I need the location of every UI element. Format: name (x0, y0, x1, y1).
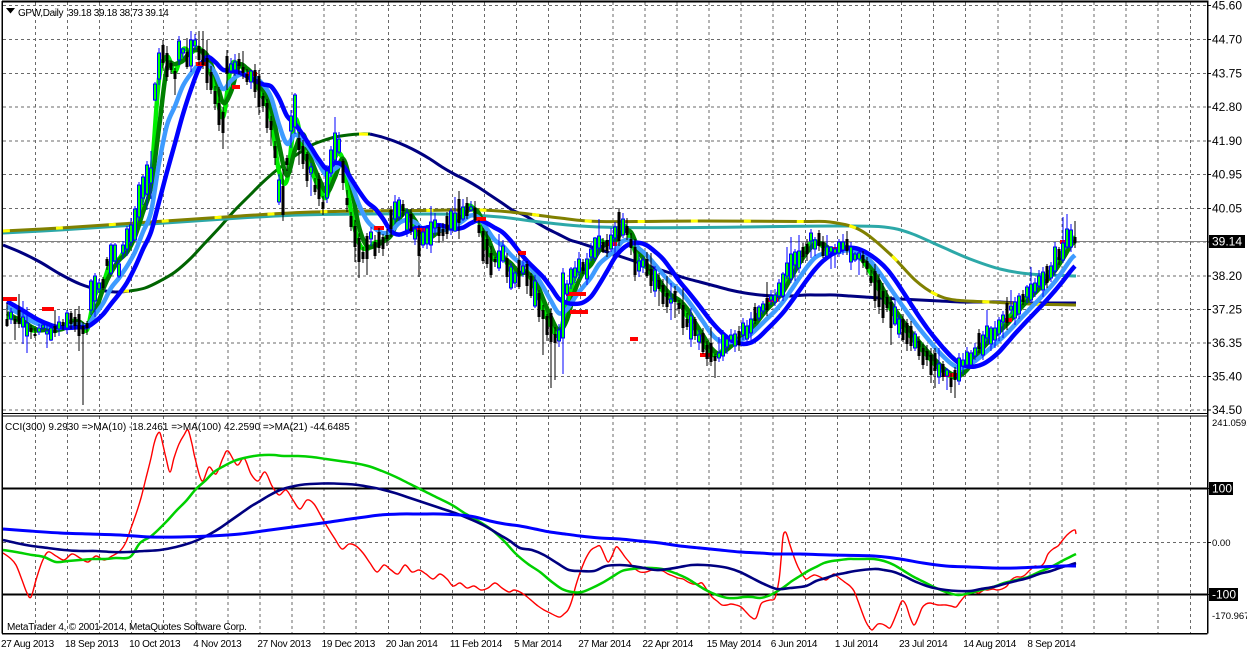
svg-text:45.60: 45.60 (1212, 0, 1242, 13)
svg-text:40.95: 40.95 (1212, 168, 1242, 182)
svg-text:CCI(300) 9.2930 =>MA(10) -18.: CCI(300) 9.2930 =>MA(10) -18.2461 =>MA(1… (5, 422, 350, 433)
svg-text:23 Jul 2014: 23 Jul 2014 (899, 639, 948, 650)
svg-text:20 Jan 2014: 20 Jan 2014 (386, 639, 438, 650)
svg-text:0.00: 0.00 (1212, 538, 1231, 549)
svg-text:14 Aug 2014: 14 Aug 2014 (963, 639, 1017, 650)
svg-text:41.90: 41.90 (1212, 134, 1242, 148)
svg-text:27 Aug 2013: 27 Aug 2013 (1, 639, 55, 650)
svg-text:4 Nov 2013: 4 Nov 2013 (193, 639, 242, 650)
svg-text:22 Apr 2014: 22 Apr 2014 (642, 639, 693, 650)
svg-text:-170.967: -170.967 (1212, 611, 1247, 622)
svg-text:38.20: 38.20 (1212, 269, 1242, 283)
svg-text:1 Jul 2014: 1 Jul 2014 (835, 639, 879, 650)
svg-text:40.05: 40.05 (1212, 201, 1242, 215)
svg-text:100: 100 (1212, 482, 1232, 496)
svg-text:27 Mar 2014: 27 Mar 2014 (578, 639, 632, 650)
svg-text:36.35: 36.35 (1212, 336, 1242, 350)
svg-text:34.50: 34.50 (1212, 403, 1242, 417)
svg-text:11 Feb 2014: 11 Feb 2014 (450, 639, 503, 650)
svg-text:GPW,Daily 39.18 39.18 38.73 3: GPW,Daily 39.18 39.18 38.73 39.14 (18, 8, 169, 19)
svg-text:42.80: 42.80 (1212, 100, 1242, 114)
svg-text:10 Oct 2013: 10 Oct 2013 (129, 639, 181, 650)
svg-text:37.25: 37.25 (1212, 302, 1242, 316)
svg-text:18 Sep 2013: 18 Sep 2013 (65, 639, 119, 650)
svg-text:44.70: 44.70 (1212, 32, 1242, 46)
svg-text:8 Sep 2014: 8 Sep 2014 (1027, 639, 1076, 650)
svg-text:6 Jun 2014: 6 Jun 2014 (771, 639, 818, 650)
svg-text:15 May 2014: 15 May 2014 (707, 639, 762, 650)
svg-text:27 Nov 2013: 27 Nov 2013 (257, 639, 311, 650)
svg-text:39.14: 39.14 (1212, 235, 1242, 249)
svg-text:MetaTrader 4, © 2001-2014, Met: MetaTrader 4, © 2001-2014, MetaQuotes So… (7, 622, 247, 633)
svg-text:5 Mar 2014: 5 Mar 2014 (514, 639, 562, 650)
svg-text:19 Dec 2013: 19 Dec 2013 (322, 639, 376, 650)
svg-text:-100: -100 (1212, 588, 1236, 602)
svg-text:43.75: 43.75 (1212, 66, 1242, 80)
svg-text:35.40: 35.40 (1212, 370, 1242, 384)
svg-text:241.0592: 241.0592 (1212, 418, 1247, 429)
